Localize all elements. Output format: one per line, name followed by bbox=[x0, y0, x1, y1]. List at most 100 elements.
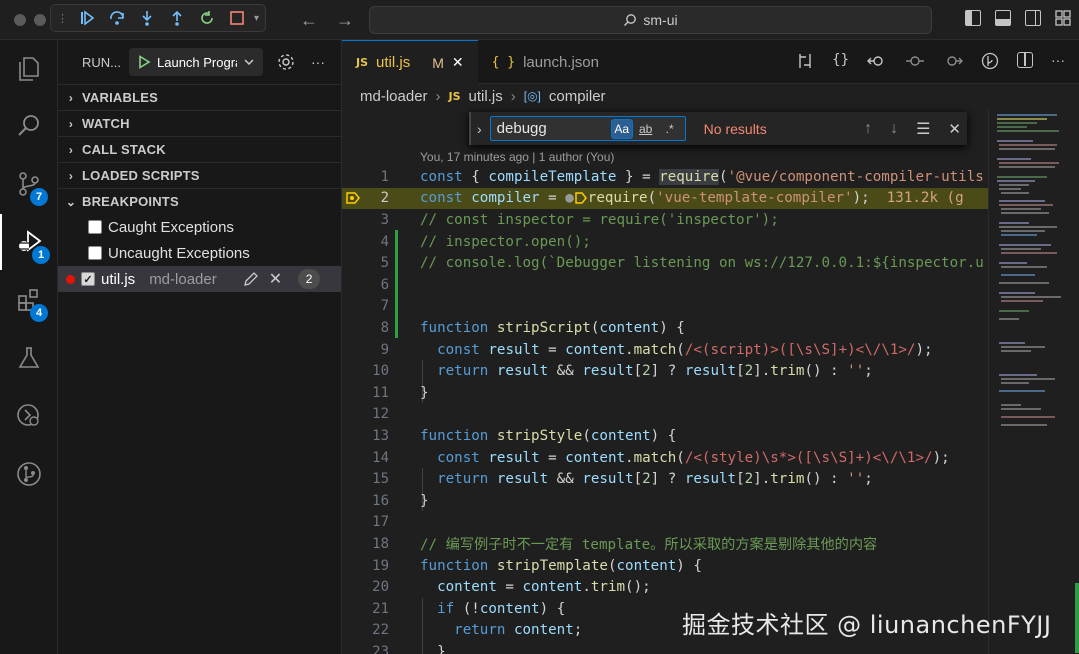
chevron-down-icon bbox=[244, 59, 254, 66]
code-line: 7 bbox=[342, 296, 988, 318]
run-and-debug-sidebar: RUN... Launch Program ··· › VARIABLES › … bbox=[58, 40, 342, 654]
stop-icon bbox=[230, 11, 244, 25]
line-number: 13 bbox=[372, 427, 389, 444]
code-editor[interactable]: 1 const { compileTemplate } = require('@v… bbox=[342, 166, 1079, 654]
tab-util-js[interactable]: JS util.js M ✕ bbox=[342, 40, 478, 84]
uncaught-exceptions-checkbox[interactable] bbox=[88, 246, 102, 260]
watch-section[interactable]: › WATCH bbox=[58, 110, 341, 136]
sidebar-title: RUN... bbox=[82, 54, 121, 70]
code-line: 5// console.log(`Debugger listening on w… bbox=[342, 252, 988, 274]
code-line: 1 const { compileTemplate } = require('@v… bbox=[342, 166, 988, 188]
extensions-button[interactable]: 4 bbox=[0, 272, 58, 328]
code-line-current: 2 const compiler = ● require('vue-template… bbox=[342, 187, 988, 210]
commit-icon[interactable] bbox=[905, 52, 925, 70]
explorer-button[interactable] bbox=[0, 40, 58, 96]
toggle-primary-sidebar-icon[interactable] bbox=[965, 10, 981, 26]
continue-button[interactable] bbox=[74, 7, 100, 29]
code-line: 12 bbox=[342, 404, 988, 426]
breadcrumb-file[interactable]: util.js bbox=[469, 88, 503, 105]
use-regex-toggle[interactable]: .* bbox=[659, 119, 681, 139]
drag-handle-icon[interactable]: ⋮ bbox=[57, 12, 68, 25]
caught-exceptions-row[interactable]: Caught Exceptions bbox=[58, 214, 341, 240]
search-view-button[interactable] bbox=[0, 98, 58, 154]
find-in-selection-icon[interactable]: ☰ bbox=[916, 119, 930, 139]
call-stack-section[interactable]: › CALL STACK bbox=[58, 136, 341, 162]
next-match-icon[interactable]: ↓ bbox=[890, 120, 898, 138]
git-graph-icon[interactable] bbox=[981, 52, 999, 70]
minimap-change-marker bbox=[1075, 583, 1079, 653]
git-blame-codelens[interactable]: You, 17 minutes ago | 1 author (You) bbox=[420, 150, 614, 164]
tab-label: launch.json bbox=[523, 53, 599, 71]
toggle-secondary-sidebar-icon[interactable] bbox=[1025, 10, 1041, 26]
step-out-icon bbox=[172, 10, 182, 26]
go-back-button[interactable]: ← bbox=[300, 10, 318, 31]
debug-toolbar: ⋮ ▾ bbox=[50, 4, 267, 32]
tab-launch-json[interactable]: { } launch.json bbox=[478, 40, 613, 84]
breadcrumb-folder[interactable]: md-loader bbox=[360, 88, 428, 105]
run-debug-button[interactable]: 1 bbox=[0, 214, 58, 270]
caught-exceptions-checkbox[interactable] bbox=[88, 220, 102, 234]
source-control-button[interactable]: 7 bbox=[0, 156, 58, 212]
stop-button[interactable] bbox=[224, 7, 250, 29]
line-number: 7 bbox=[380, 298, 389, 315]
gear-icon[interactable] bbox=[277, 53, 295, 71]
step-over-icon bbox=[110, 11, 124, 25]
close-window-button[interactable] bbox=[14, 14, 26, 26]
command-center[interactable]: sm-ui bbox=[369, 6, 932, 34]
line-number: 23 bbox=[372, 643, 389, 654]
run-debug-badge: 1 bbox=[32, 246, 50, 264]
more-actions-icon[interactable]: ··· bbox=[1051, 52, 1065, 70]
uncaught-exceptions-row[interactable]: Uncaught Exceptions bbox=[58, 240, 341, 266]
breadcrumb-symbol[interactable]: compiler bbox=[549, 88, 606, 105]
variables-section[interactable]: › VARIABLES bbox=[58, 84, 341, 110]
breakpoint-folder: md-loader bbox=[149, 270, 217, 288]
minimap[interactable] bbox=[988, 108, 1079, 654]
close-tab-icon[interactable]: ✕ bbox=[452, 54, 464, 71]
toggle-replace-chevron-icon[interactable]: › bbox=[477, 121, 482, 137]
braces-icon[interactable]: {} bbox=[832, 52, 849, 70]
split-editor-icon[interactable] bbox=[1017, 52, 1033, 68]
variable-symbol-icon: [◎] bbox=[523, 89, 541, 103]
code-line: 19 function stripTemplate(content) { bbox=[342, 555, 988, 577]
remote-explorer-button[interactable] bbox=[0, 388, 58, 444]
step-into-button[interactable] bbox=[134, 7, 160, 29]
breakpoint-file-checkbox[interactable]: ✓ bbox=[81, 272, 95, 286]
code-line: 18 // 编写例子时不一定有 template。所以采取的方案是剔除其他的内容 bbox=[342, 533, 988, 555]
minimize-window-button[interactable] bbox=[34, 14, 46, 26]
compare-changes-icon[interactable] bbox=[796, 52, 814, 70]
breadcrumb: md-loader › JS util.js › [◎] compiler bbox=[342, 84, 1079, 108]
line-number: 10 bbox=[372, 363, 389, 380]
chevron-down-icon[interactable]: ▾ bbox=[254, 13, 259, 24]
step-over-button[interactable] bbox=[104, 7, 130, 29]
go-next-change-icon[interactable] bbox=[943, 52, 963, 70]
search-icon bbox=[624, 14, 637, 26]
go-previous-change-icon[interactable] bbox=[867, 52, 887, 70]
code-line: 13 function stripStyle(content) { bbox=[342, 425, 988, 447]
navigation-arrows: ← → bbox=[300, 10, 354, 31]
restart-button[interactable] bbox=[194, 7, 220, 29]
previous-match-icon[interactable]: ↑ bbox=[864, 120, 872, 138]
launch-config-select[interactable]: Launch Program bbox=[129, 48, 263, 76]
match-whole-word-toggle[interactable]: ab bbox=[635, 119, 657, 139]
breakpoint-file-row[interactable]: ✓ util.js md-loader ✕ 2 bbox=[58, 266, 341, 292]
code-line: 10 return result && result[2] ? result[2… bbox=[342, 360, 988, 382]
line-number: 17 bbox=[372, 514, 389, 531]
toggle-panel-icon[interactable] bbox=[995, 10, 1011, 26]
javascript-file-icon: JS bbox=[356, 56, 369, 69]
step-out-button[interactable] bbox=[164, 7, 190, 29]
line-number: 5 bbox=[380, 255, 389, 272]
breakpoints-section[interactable]: ⌄ BREAKPOINTS bbox=[58, 188, 341, 214]
match-case-toggle[interactable]: Aa bbox=[610, 119, 633, 139]
find-input[interactable]: debugg Aa ab .* bbox=[489, 116, 686, 141]
loaded-scripts-section[interactable]: › LOADED SCRIPTS bbox=[58, 162, 341, 188]
go-forward-button[interactable]: → bbox=[336, 10, 354, 31]
testing-button[interactable] bbox=[0, 330, 58, 386]
debug-stackframe-icon bbox=[346, 192, 360, 205]
more-actions-icon[interactable]: ··· bbox=[311, 54, 325, 70]
remove-breakpoint-icon[interactable]: ✕ bbox=[269, 269, 282, 289]
edit-pencil-icon[interactable] bbox=[243, 271, 259, 287]
customize-layout-icon[interactable] bbox=[1055, 10, 1071, 26]
close-find-icon[interactable]: ✕ bbox=[948, 120, 961, 138]
play-icon[interactable] bbox=[137, 55, 151, 69]
git-graph-button[interactable] bbox=[0, 446, 58, 502]
